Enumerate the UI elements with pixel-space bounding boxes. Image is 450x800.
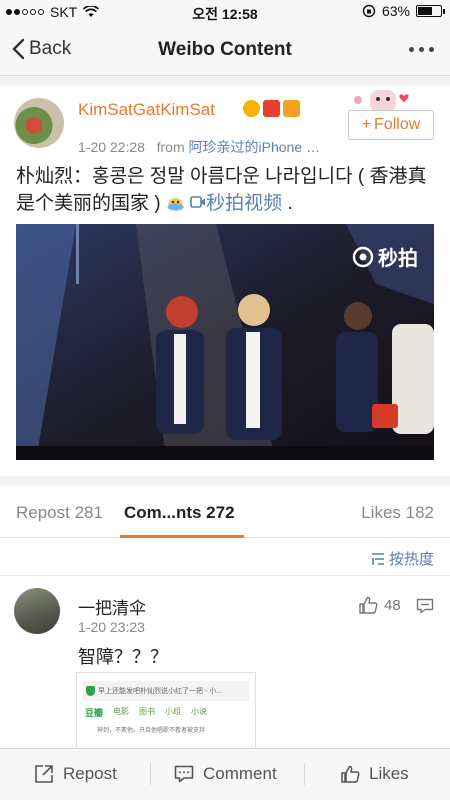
mascot-decoration-icon (354, 90, 409, 112)
image-body-line: 神到，不素他。只且他唱歌不看者被支持 (97, 728, 206, 734)
repost-label: Repost (63, 764, 117, 783)
thumbs-up-icon (341, 765, 360, 783)
weibo-post: KimSatGatKimSat + Follow 1-20 22:28 from… (0, 86, 450, 476)
post-timestamp: 1-20 22:28 (78, 139, 145, 155)
plus-icon: + (361, 116, 372, 133)
post-text-end: . (282, 193, 293, 214)
red-envelope-badge-icon (263, 100, 280, 117)
repost-button[interactable]: Repost (34, 764, 117, 784)
bottom-toolbar: Repost Comment Likes (0, 748, 450, 800)
follow-button[interactable]: + Follow (348, 110, 434, 140)
image-tab-row: 豆瓣 电影 图书 小组 小说 (77, 701, 255, 719)
from-label: from (156, 139, 185, 155)
comment-item: 一把清伞 1-20 23:23 48 智障？？？ 早上还能发吧朴灿烈说小红了一把… (0, 576, 450, 748)
comment-image[interactable]: 早上还能发吧朴灿烈说小红了一把 - 小... 豆瓣 电影 图书 小组 小说 神到… (76, 672, 256, 748)
interaction-tabs: Repost 281 Com...nts 272 Likes 182 (0, 486, 450, 538)
comment-button[interactable]: Comment (174, 764, 277, 784)
video-icon (190, 196, 206, 208)
image-tab-1: 电影 (113, 707, 130, 716)
sort-row: 按热度 (0, 538, 450, 576)
image-address-bar: 早上还能发吧朴灿烈说小红了一把 - 小... (83, 681, 249, 701)
battery-percent: 63% (381, 3, 410, 19)
follow-label: Follow (374, 116, 421, 133)
comment-like-count: 48 (384, 596, 401, 614)
bird-emoji-icon (167, 198, 184, 211)
user-badges (243, 100, 300, 117)
shield-icon (86, 686, 95, 696)
commenter-avatar[interactable] (14, 588, 60, 634)
video-thumbnail[interactable]: 秒拍 (16, 224, 434, 460)
battery-group: 63% (362, 3, 445, 19)
sort-label: 按热度 (388, 551, 434, 568)
image-tab-4: 小说 (191, 707, 208, 716)
post-meta: 1-20 22:28 from 阿珍亲过的iPhone … (78, 137, 320, 157)
image-tab-2: 图书 (139, 707, 156, 716)
reply-icon[interactable] (416, 598, 434, 614)
post-source[interactable]: 阿珍亲过的iPhone … (189, 139, 320, 155)
post-body: 朴灿烈：홍콩은 정말 아름다운 나라입니다 ( 香港真是个美丽的国家 ) 秒拍视… (16, 163, 436, 217)
thumbs-up-icon (359, 596, 378, 614)
video-link[interactable]: 秒拍视频 (190, 193, 282, 214)
status-bar: SKT 오전 12:58 63% (0, 0, 450, 24)
tab-comments[interactable]: Com...nts 272 (124, 503, 235, 523)
post-username[interactable]: KimSatGatKimSat (78, 100, 215, 120)
repost-icon (35, 765, 53, 783)
video-watermark: 秒拍 (352, 242, 418, 271)
tab-repost[interactable]: Repost 281 (16, 503, 103, 523)
like-button[interactable]: Likes (340, 764, 409, 784)
more-options-button[interactable] (409, 47, 434, 52)
sort-icon (371, 552, 384, 565)
image-logo-text: 豆瓣 (85, 708, 104, 718)
navigation-bar: Back Weibo Content (0, 24, 450, 76)
likes-label: Likes (369, 764, 409, 783)
commenter-name[interactable]: 一把清伞 (78, 594, 146, 619)
toolbar-divider (304, 763, 305, 785)
tab-likes[interactable]: Likes 182 (361, 503, 434, 523)
page-title: Weibo Content (158, 39, 292, 60)
comment-label: Comment (203, 764, 277, 783)
toolbar-divider (150, 763, 151, 785)
comment-timestamp: 1-20 23:23 (78, 619, 145, 635)
comment-icon (174, 765, 194, 783)
image-tab-3: 小组 (165, 707, 182, 716)
video-link-label: 秒拍视频 (206, 193, 283, 214)
orientation-lock-icon (362, 4, 376, 18)
comment-text: 智障？？？ (78, 647, 168, 667)
watermark-label: 秒拍 (378, 248, 418, 270)
member-badge-icon (283, 100, 300, 117)
image-bar-text: 早上还能发吧朴灿烈说小红了一把 - 小... (98, 688, 223, 695)
sort-by-popularity-button[interactable]: 按热度 (371, 548, 434, 569)
comment-like-button[interactable]: 48 (358, 596, 401, 614)
miaopai-logo-icon (352, 246, 374, 267)
vip-badge-icon (243, 100, 260, 117)
battery-icon (416, 5, 445, 17)
avatar[interactable] (14, 98, 64, 148)
